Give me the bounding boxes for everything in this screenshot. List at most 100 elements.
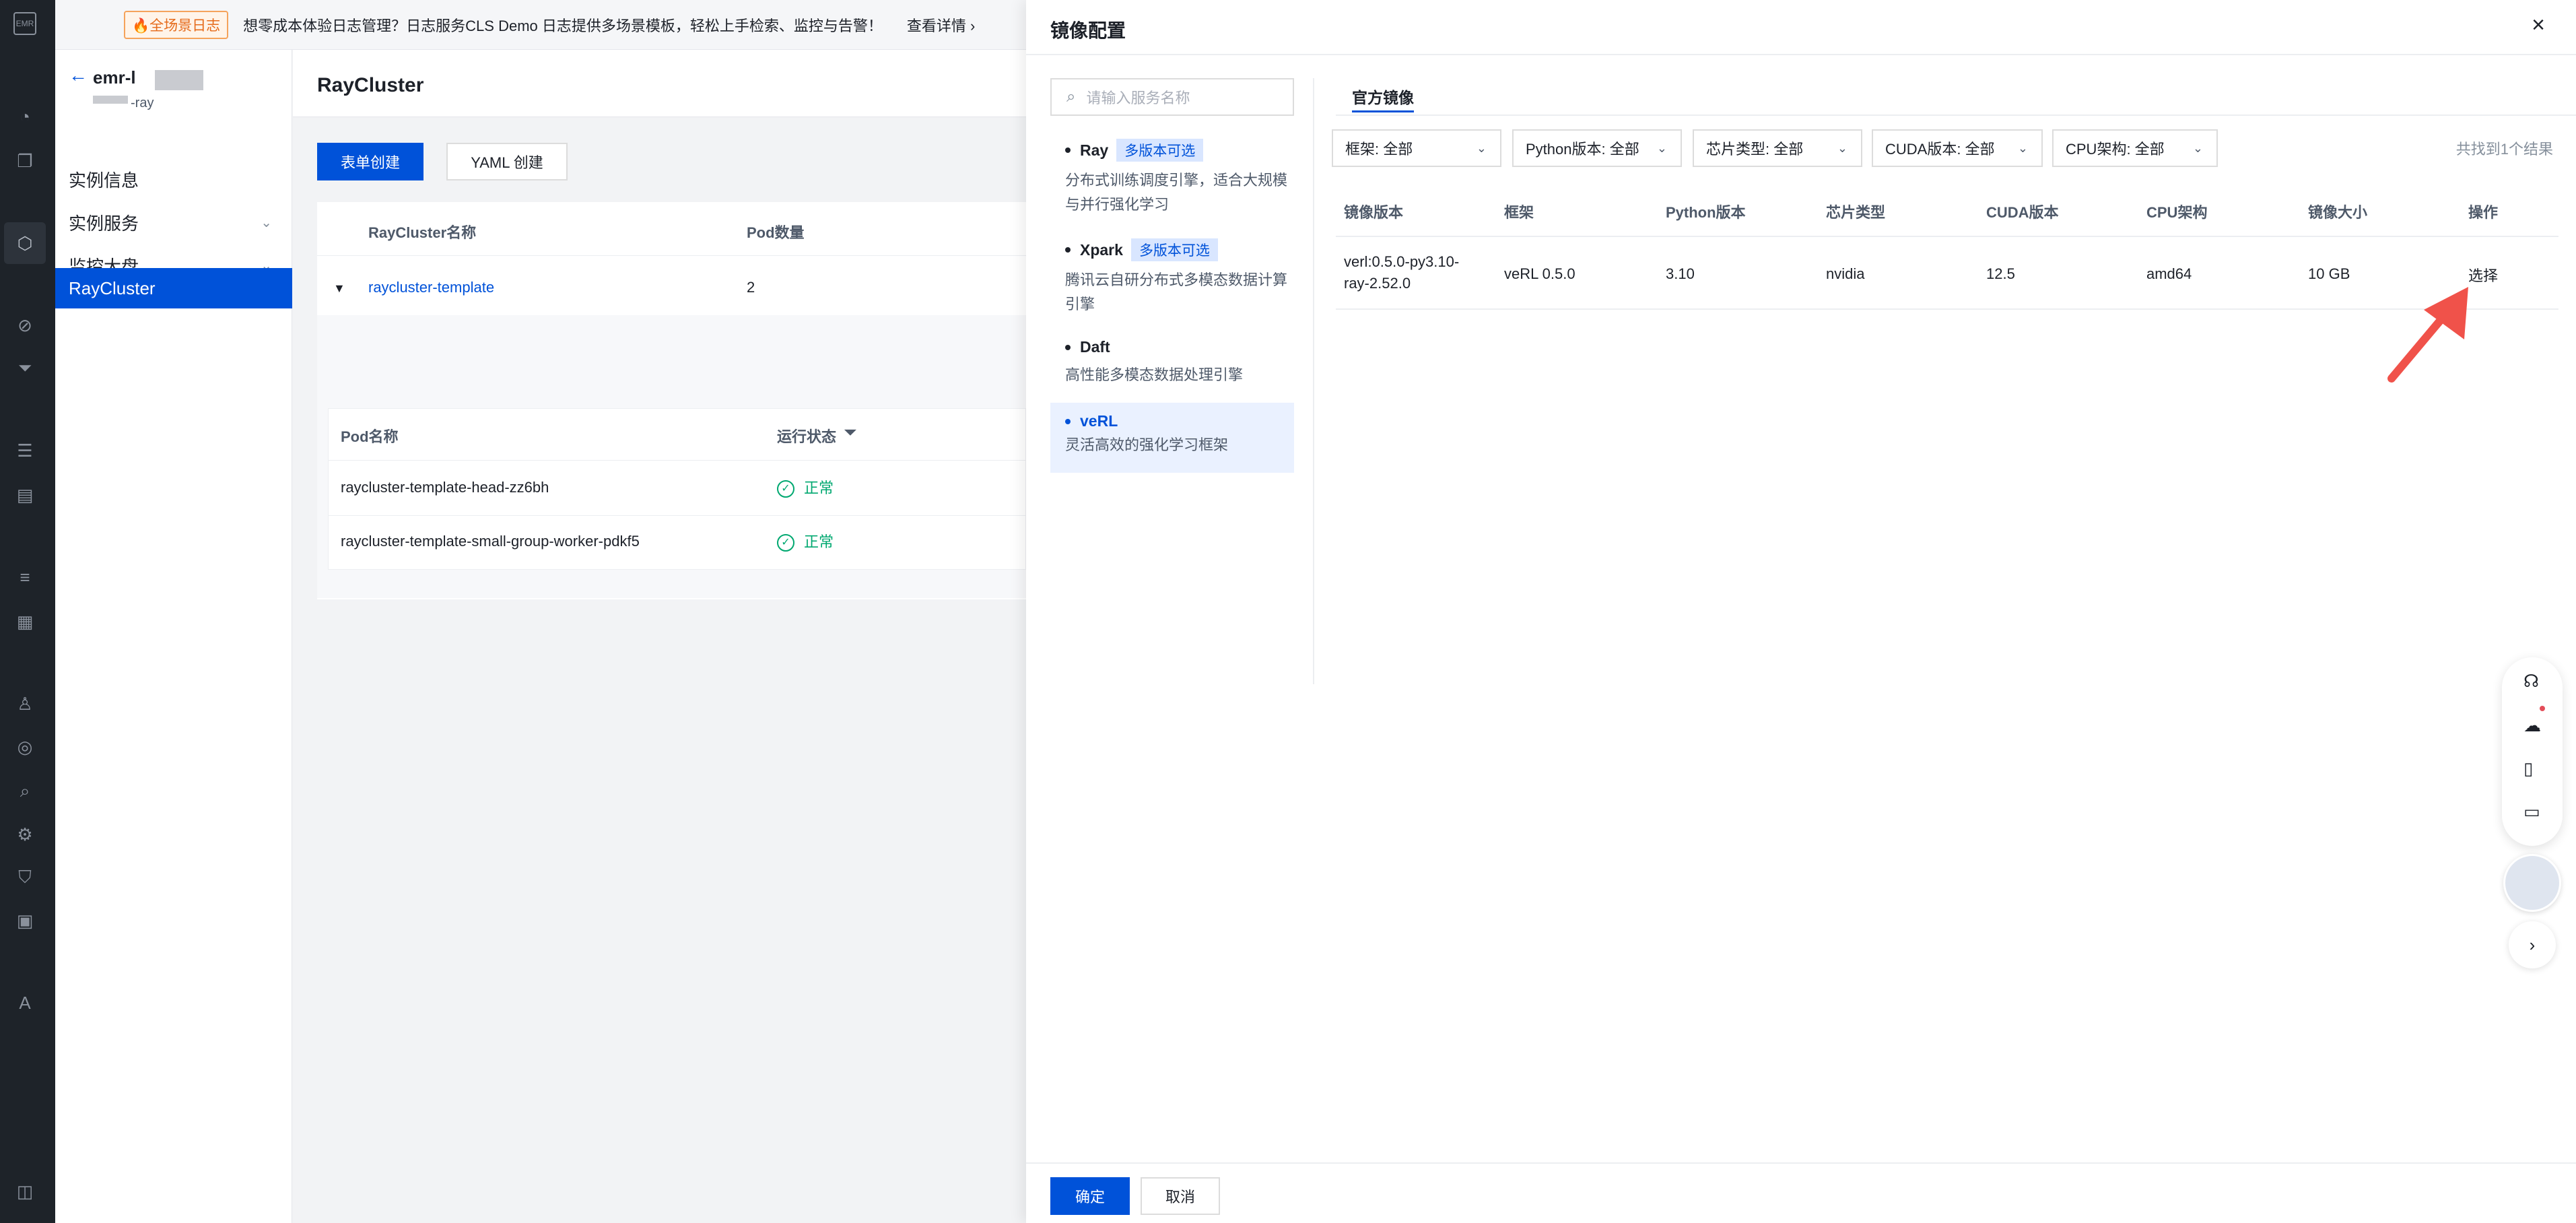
assistant-avatar[interactable] xyxy=(2503,854,2561,912)
book-icon[interactable]: ▯ xyxy=(2523,758,2533,779)
service-name: Daft xyxy=(1080,338,1110,356)
drawer-footer: 确定 取消 xyxy=(1026,1162,2576,1223)
banner-tag: 🔥全场景日志 xyxy=(124,10,229,39)
chevron-down-icon: ⌄ xyxy=(1837,141,1848,155)
tab-official-images[interactable]: 官方镜像 xyxy=(1352,85,1414,108)
drawer-title: 镜像配置 xyxy=(1050,20,1126,41)
image-version-line2: ray-2.52.0 xyxy=(1344,275,1411,292)
grid-icon[interactable]: ▦ xyxy=(13,610,36,633)
cube-icon[interactable]: ⬡ xyxy=(4,222,46,264)
service-search-input[interactable]: ⌕ 请输入服务名称 xyxy=(1050,78,1294,116)
redacted-mask xyxy=(155,70,203,90)
filter-label: 芯片类型: 全部 xyxy=(1706,141,1804,158)
nav-item-instance-info[interactable]: 实例信息 xyxy=(55,159,292,199)
database-icon[interactable]: ≡ xyxy=(13,566,36,589)
check-circle-icon: ✓ xyxy=(777,534,794,552)
form-create-button[interactable]: 表单创建 xyxy=(317,143,423,180)
server-icon[interactable]: ▤ xyxy=(13,484,36,506)
service-item-xpark[interactable]: Xpark 多版本可选 腾讯云自研分布式多模态数据计算引擎 xyxy=(1050,238,1294,319)
chevron-down-icon: ⌄ xyxy=(1656,141,1667,155)
nav-item-instance-services[interactable]: 实例服务 ⌄ xyxy=(55,202,292,242)
funnel-icon[interactable]: ⏷ xyxy=(13,357,36,380)
col-pod-name: Pod名称 xyxy=(341,428,399,445)
image-config-drawer: 镜像配置 × ⌕ 请输入服务名称 Ray 多版本可选 分布式训练调度引擎，适合大规… xyxy=(1026,0,2576,1223)
filter-framework[interactable]: 框架: 全部 ⌄ xyxy=(1332,129,1501,167)
pod-status-text: 正常 xyxy=(804,533,834,550)
result-count: 共找到1个结果 xyxy=(2455,141,2553,158)
banner-text: 想零成本体验日志管理？日志服务CLS Demo 日志提供多场景模板，轻松上手检索… xyxy=(243,17,883,34)
filter-label: 框架: 全部 xyxy=(1345,141,1413,158)
tab-underline xyxy=(1352,110,1414,112)
raycluster-name-link[interactable]: raycluster-template xyxy=(368,279,494,296)
headset-icon[interactable]: ☊ xyxy=(2523,671,2539,692)
service-name: veRL xyxy=(1080,412,1118,430)
nav-item-raycluster[interactable]: RayCluster xyxy=(55,268,292,308)
settings-icon[interactable]: ⚙ xyxy=(13,823,36,846)
filter-cpu-arch[interactable]: CPU架构: 全部 ⌄ xyxy=(2052,129,2218,167)
back-arrow-icon[interactable]: ← xyxy=(69,65,88,86)
link-icon[interactable]: ⊘ xyxy=(13,314,36,337)
cancel-button[interactable]: 取消 xyxy=(1141,1177,1220,1215)
ai-icon[interactable]: A xyxy=(13,991,36,1014)
filter-chip-type[interactable]: 芯片类型: 全部 ⌄ xyxy=(1693,129,1862,167)
pod-subtable: Pod名称 运行状态 ⏷ raycluster-template-head-zz… xyxy=(328,408,1027,570)
service-item-daft[interactable]: Daft 高性能多模态数据处理引擎 xyxy=(1050,338,1294,399)
chevron-down-icon: ⌄ xyxy=(2017,141,2028,155)
multi-version-badge: 多版本可选 xyxy=(1116,139,1204,162)
chevron-down-icon: ⌄ xyxy=(1476,141,1487,155)
col-framework: 框架 xyxy=(1504,204,1534,221)
instance-title: emr-l xyxy=(93,67,136,88)
list-icon[interactable]: ☰ xyxy=(13,439,36,462)
bullet-icon xyxy=(1065,344,1071,350)
chevron-down-icon: ⌄ xyxy=(261,215,272,230)
service-item-verl[interactable]: veRL 灵活高效的强化学习框架 xyxy=(1050,403,1294,473)
search-icon: ⌕ xyxy=(1066,88,1076,106)
yaml-create-button[interactable]: YAML 创建 xyxy=(446,143,568,180)
pod-status-text: 正常 xyxy=(804,480,834,496)
filter-icon[interactable]: ⏷ xyxy=(844,424,856,441)
image-icon[interactable]: ▣ xyxy=(13,909,36,932)
col-chip-type: 芯片类型 xyxy=(1826,204,1886,221)
multi-version-badge: 多版本可选 xyxy=(1130,238,1218,261)
tab-baseline xyxy=(1336,114,2576,116)
collapse-sidebar-icon[interactable]: ◫ xyxy=(13,1180,36,1203)
global-icon-rail: EMR ◔ ❐ ⬡ ⊘ ⏷ ☰ ▤ ≡ ▦ ♙ ◎ ⌕ ⚙ ⛉ ▣ A ◫ xyxy=(0,0,55,1223)
annotation-arrow xyxy=(2387,287,2468,383)
nav-item-label: 实例信息 xyxy=(69,170,139,191)
col-image-size: 镜像大小 xyxy=(2308,204,2368,221)
image-cuda: 12.5 xyxy=(1986,265,2015,282)
col-cpu-arch: CPU架构 xyxy=(2146,204,2208,221)
close-icon[interactable]: × xyxy=(2532,12,2545,38)
monitor-icon[interactable]: ◎ xyxy=(13,735,36,758)
nav-item-label: RayCluster xyxy=(69,277,156,298)
expand-caret-icon[interactable]: ▼ xyxy=(333,282,345,296)
raycluster-pod-count: 2 xyxy=(747,279,755,296)
service-desc: 灵活高效的强化学习框架 xyxy=(1065,436,1229,453)
service-item-ray[interactable]: Ray 多版本可选 分布式训练调度引擎，适合大规模与并行强化学习 xyxy=(1050,139,1294,220)
feedback-icon[interactable]: ▭ xyxy=(2523,801,2540,822)
search-doc-icon[interactable]: ⌕ xyxy=(13,780,36,803)
redacted-mask xyxy=(93,96,128,104)
cloud-icon[interactable]: ☁ xyxy=(2523,715,2541,736)
confirm-button[interactable]: 确定 xyxy=(1050,1177,1130,1215)
service-desc: 分布式训练调度引擎，适合大规模与并行强化学习 xyxy=(1065,172,1288,213)
pod-name: raycluster-template-small-group-worker-p… xyxy=(341,533,640,550)
col-cuda-version: CUDA版本 xyxy=(1986,204,2059,221)
user-icon[interactable]: ♙ xyxy=(13,692,36,715)
banner-details-link[interactable]: 查看详情 › xyxy=(907,14,975,36)
check-circle-icon: ✓ xyxy=(777,480,794,498)
image-version-line1: verl:0.5.0-py3.10- xyxy=(1344,253,1460,270)
dashboard-icon[interactable]: ◔ xyxy=(13,105,36,128)
copy-icon[interactable]: ❐ xyxy=(13,150,36,172)
filter-python-version[interactable]: Python版本: 全部 ⌄ xyxy=(1512,129,1682,167)
instance-subtitle: -ray xyxy=(131,96,154,110)
chevron-right-icon[interactable]: › xyxy=(2509,921,2556,968)
shield-icon[interactable]: ⛉ xyxy=(13,866,36,889)
service-name: Xpark xyxy=(1080,240,1123,259)
drawer-header: 镜像配置 × xyxy=(1026,0,2576,55)
filter-cuda-version[interactable]: CUDA版本: 全部 ⌄ xyxy=(1872,129,2043,167)
service-name: Ray xyxy=(1080,141,1109,159)
nav-item-label: 实例服务 xyxy=(69,213,139,234)
emr-logo-icon[interactable]: EMR xyxy=(13,12,36,35)
col-action: 操作 xyxy=(2468,204,2499,221)
